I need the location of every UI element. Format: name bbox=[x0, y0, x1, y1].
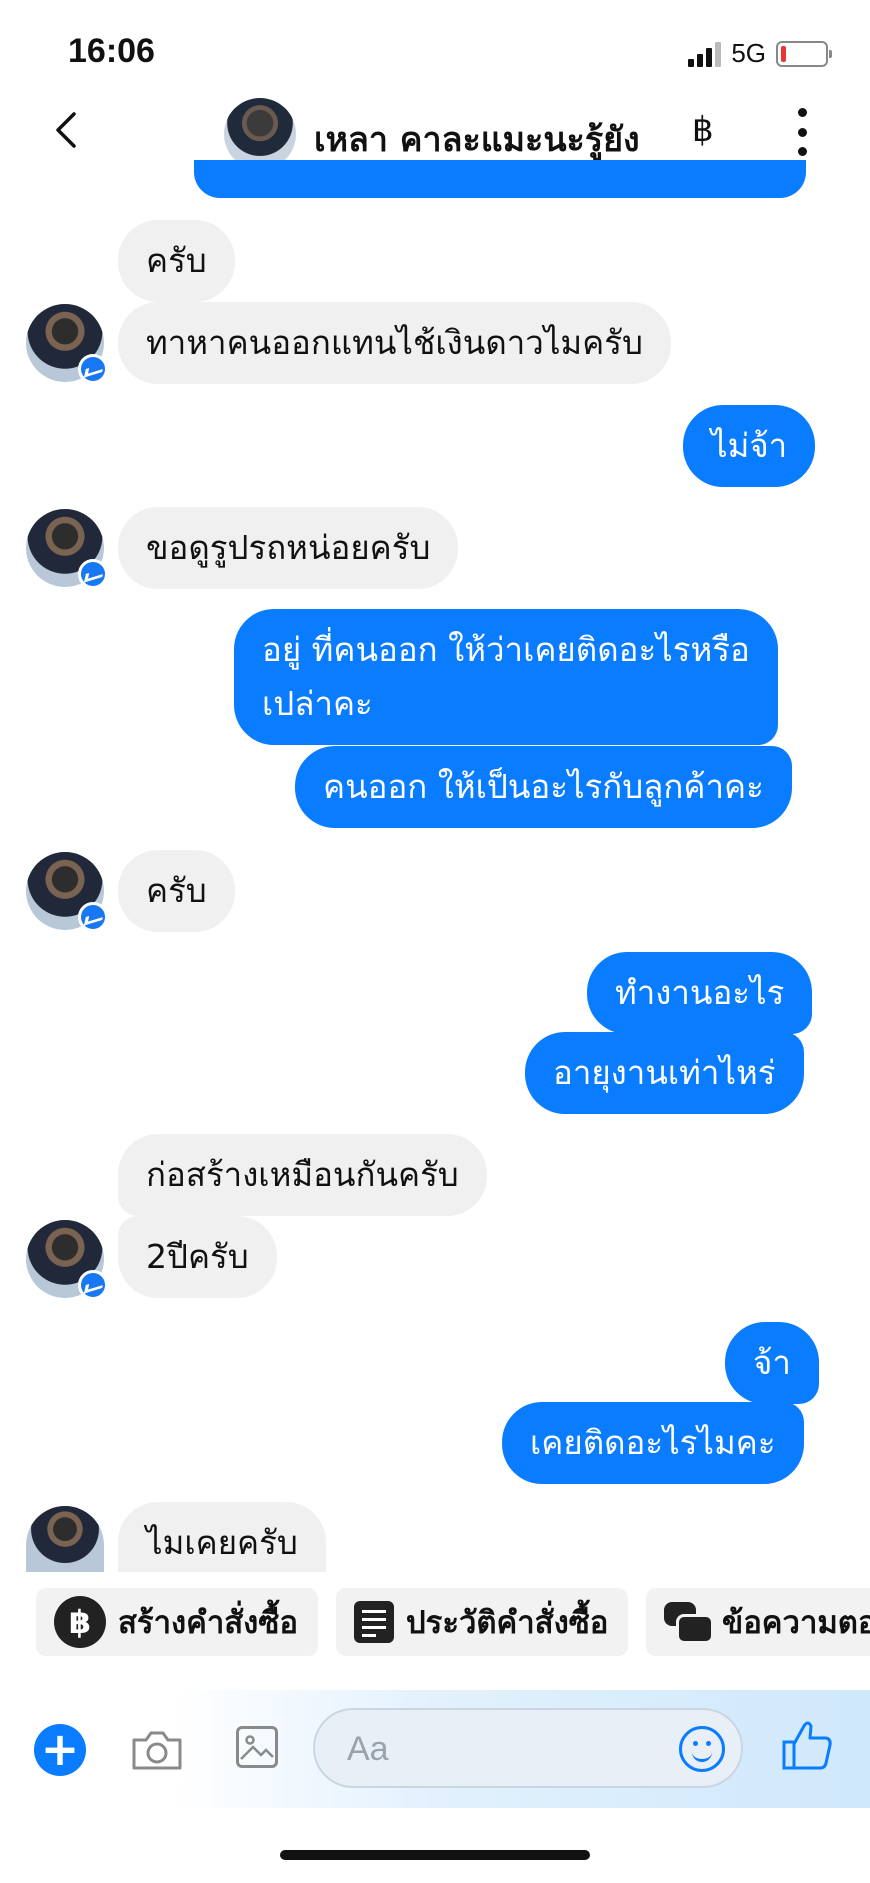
outgoing-message[interactable]: อายุงานเท่าไหร่ bbox=[525, 1032, 804, 1114]
status-bar: 16:06 5G bbox=[0, 0, 870, 100]
contact-name[interactable]: เหลา คาละแมะนะรู้ยัง bbox=[314, 112, 640, 166]
messenger-badge-icon bbox=[78, 559, 108, 589]
camera-icon[interactable] bbox=[130, 1728, 184, 1772]
back-arrow-icon[interactable] bbox=[48, 110, 88, 150]
baht-icon: ฿ bbox=[54, 1596, 106, 1648]
incoming-message[interactable]: 2ปีครับ bbox=[118, 1216, 277, 1298]
incoming-message[interactable]: ขอดูรูปรถหน่อยครับ bbox=[118, 507, 459, 589]
sender-avatar[interactable] bbox=[26, 1506, 104, 1572]
status-time: 16:06 bbox=[68, 32, 155, 70]
incoming-message[interactable]: ก่อสร้างเหมือนกันครับ bbox=[118, 1134, 487, 1216]
message-line: อยู่ ที่คนออก ให้ว่าเคยติดอะไรหรือ bbox=[262, 630, 750, 669]
message-input-box[interactable] bbox=[313, 1708, 743, 1788]
saved-replies-icon bbox=[664, 1602, 714, 1644]
baht-icon[interactable]: ฿ bbox=[692, 110, 714, 150]
chip-label: ประวัติคำสั่งซื้อ bbox=[406, 1605, 609, 1641]
incoming-message[interactable]: ครับ bbox=[118, 220, 235, 302]
message-composer: + bbox=[0, 1690, 870, 1808]
status-indicators: 5G bbox=[688, 38, 832, 69]
quick-actions-bar: ฿ สร้างคำสั่งซื้อ ประวัติคำสั่งซื้อ ข้อค… bbox=[0, 1588, 870, 1658]
outgoing-bubble-partial bbox=[194, 160, 806, 198]
thumbs-up-icon[interactable] bbox=[780, 1718, 834, 1772]
home-indicator[interactable] bbox=[280, 1850, 590, 1860]
network-label: 5G bbox=[731, 38, 766, 68]
emoji-icon[interactable] bbox=[679, 1726, 725, 1772]
incoming-message[interactable]: ไมเคยครับ bbox=[118, 1502, 326, 1572]
outgoing-message[interactable]: ไม่จ้า bbox=[683, 405, 816, 487]
message-line: เปล่าคะ bbox=[262, 684, 373, 723]
battery-icon bbox=[776, 40, 832, 67]
order-history-icon bbox=[354, 1601, 394, 1643]
chip-label: สร้างคำสั่งซื้อ bbox=[118, 1605, 298, 1641]
outgoing-message[interactable]: อยู่ ที่คนออก ให้ว่าเคยติดอะไรหรือ เปล่า… bbox=[234, 609, 778, 745]
more-options-icon[interactable] bbox=[796, 108, 808, 156]
plus-icon[interactable]: + bbox=[34, 1724, 86, 1776]
messenger-badge-icon bbox=[78, 1270, 108, 1300]
messenger-badge-icon bbox=[78, 354, 108, 384]
create-order-button[interactable]: ฿ สร้างคำสั่งซื้อ bbox=[36, 1588, 318, 1656]
outgoing-message[interactable]: ทำงานอะไร bbox=[587, 952, 813, 1034]
messenger-badge-icon bbox=[78, 902, 108, 932]
signal-icon bbox=[688, 41, 722, 67]
saved-replies-button[interactable]: ข้อความตอ bbox=[646, 1588, 870, 1656]
outgoing-message[interactable]: จ้า bbox=[725, 1322, 819, 1404]
chip-label: ข้อความตอ bbox=[722, 1605, 870, 1641]
outgoing-message[interactable]: เคยติดอะไรไมคะ bbox=[502, 1402, 804, 1484]
gallery-icon[interactable] bbox=[236, 1726, 278, 1768]
incoming-message[interactable]: ครับ bbox=[118, 850, 235, 932]
message-input[interactable] bbox=[345, 1724, 649, 1774]
order-history-button[interactable]: ประวัติคำสั่งซื้อ bbox=[336, 1588, 628, 1656]
outgoing-message[interactable]: คนออก ให้เป็นอะไรกับลูกค้าคะ bbox=[295, 746, 792, 828]
incoming-message[interactable]: ทาหาคนออกแทนไช้เงินดาวไมครับ bbox=[118, 302, 671, 384]
